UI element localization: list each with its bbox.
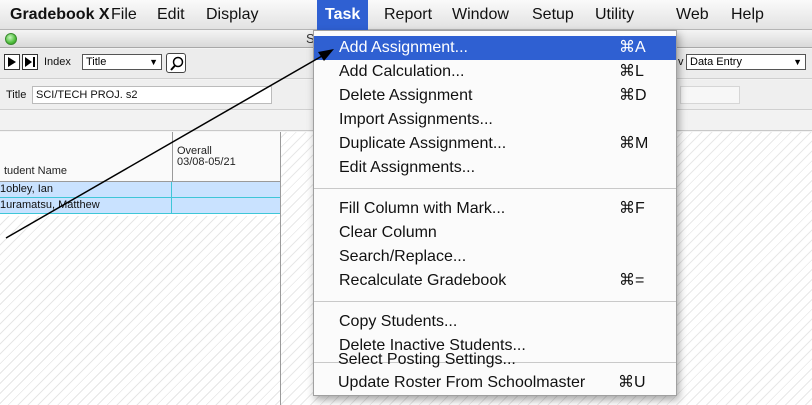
faint-field xyxy=(680,86,740,104)
menu-item-shortcut: ⌘F xyxy=(619,200,645,217)
menu-window[interactable]: Window xyxy=(444,0,517,30)
menu-item-label: Add Assignment... xyxy=(339,39,468,56)
menu-item-label: Fill Column with Mark... xyxy=(339,200,506,217)
menu-display[interactable]: Display xyxy=(198,0,266,30)
menu-item-shortcut: ⌘A xyxy=(619,39,646,56)
menu-item-add-assignment[interactable]: Add Assignment... ⌘A xyxy=(314,36,676,60)
menu-item-duplicate-assignment[interactable]: Duplicate Assignment... ⌘M xyxy=(314,132,676,156)
menu-item-shortcut: ⌘M xyxy=(619,135,649,152)
task-menu: Add Assignment... ⌘A Add Calculation... … xyxy=(313,30,677,396)
menu-task[interactable]: Task xyxy=(317,0,369,30)
menu-item-label: Select Posting Settings... xyxy=(338,351,516,368)
menu-item-clear-column[interactable]: Clear Column xyxy=(314,221,676,245)
menu-file[interactable]: File xyxy=(103,0,145,30)
menu-item-copy-students[interactable]: Copy Students... xyxy=(314,310,676,334)
grid-divider xyxy=(280,182,281,405)
view-label: v xyxy=(678,56,684,68)
menu-item-label: Edit Assignments... xyxy=(339,159,476,176)
zoom-button[interactable] xyxy=(5,33,17,45)
student-name-cell[interactable]: 1obley, Ian xyxy=(0,182,172,197)
menu-web[interactable]: Web xyxy=(668,0,717,30)
menu-utility[interactable]: Utility xyxy=(587,0,642,30)
menu-item-label: Delete Assignment xyxy=(339,87,473,104)
table-row[interactable]: 1obley, Ian xyxy=(0,182,280,198)
index-select[interactable]: Title ▼ xyxy=(82,54,162,70)
menu-item-label: Update Roster From Schoolmaster xyxy=(338,374,586,391)
search-button[interactable] xyxy=(166,53,186,73)
title-field[interactable]: SCI/TECH PROJ. s2 xyxy=(32,86,272,104)
last-record-button[interactable] xyxy=(22,54,38,70)
menu-help[interactable]: Help xyxy=(723,0,772,30)
menu-app-name[interactable]: Gradebook X xyxy=(2,0,118,30)
menu-item-update-roster[interactable]: Update Roster From Schoolmaster ⌘U xyxy=(313,371,675,395)
menu-item-shortcut: ⌘U xyxy=(618,374,646,391)
menu-separator xyxy=(314,188,676,189)
column-header-student-name[interactable]: tudent Name xyxy=(0,132,173,182)
view-select-value: Data Entry xyxy=(690,56,742,68)
menu-item-shortcut: ⌘L xyxy=(619,63,644,80)
menu-item-delete-assignment[interactable]: Delete Assignment ⌘D xyxy=(314,84,676,108)
menu-item-edit-assignments[interactable]: Edit Assignments... xyxy=(314,156,676,180)
menu-item-import-assignments[interactable]: Import Assignments... xyxy=(314,108,676,132)
menu-item-label: Add Calculation... xyxy=(339,63,465,80)
table-row[interactable]: 1uramatsu, Matthew xyxy=(0,198,280,214)
menu-bar: Gradebook X File Edit Display Task Repor… xyxy=(0,0,812,30)
chevron-down-icon: ▼ xyxy=(149,57,158,67)
column-header-overall[interactable]: Overall 03/08-05/21 xyxy=(173,132,281,182)
menu-item-label: Import Assignments... xyxy=(339,111,493,128)
menu-item-label: Recalculate Gradebook xyxy=(339,272,507,289)
index-select-value: Title xyxy=(86,56,107,68)
menu-report[interactable]: Report xyxy=(376,0,440,30)
menu-item-label: Search/Replace... xyxy=(339,248,467,265)
menu-item-search-replace[interactable]: Search/Replace... xyxy=(314,245,676,269)
menu-edit[interactable]: Edit xyxy=(149,0,193,30)
overall-cell[interactable] xyxy=(173,182,280,197)
grid-empty-area xyxy=(0,216,280,405)
menu-item-shortcut: ⌘= xyxy=(619,272,645,289)
column-header-label: tudent Name xyxy=(4,165,67,177)
menu-item-shortcut: ⌘D xyxy=(619,87,647,104)
arrow-right-end-icon xyxy=(25,57,35,67)
overall-cell[interactable] xyxy=(173,198,280,213)
previous-record-button[interactable] xyxy=(4,54,20,70)
menu-item-fill-column[interactable]: Fill Column with Mark... ⌘F xyxy=(314,197,676,221)
menu-item-add-calculation[interactable]: Add Calculation... ⌘L xyxy=(314,60,676,84)
view-select[interactable]: Data Entry ▼ xyxy=(686,54,806,70)
menu-separator xyxy=(314,301,676,302)
menu-item-label: Duplicate Assignment... xyxy=(339,135,507,152)
title-label: Title xyxy=(6,89,27,101)
column-header-daterange: 03/08-05/21 xyxy=(177,156,236,168)
arrow-right-icon xyxy=(8,57,16,67)
menu-item-recalculate[interactable]: Recalculate Gradebook ⌘= xyxy=(314,269,676,293)
student-name-cell[interactable]: 1uramatsu, Matthew xyxy=(0,198,172,213)
menu-setup[interactable]: Setup xyxy=(524,0,582,30)
overall-header-text: Overall 03/08-05/21 xyxy=(177,146,236,168)
menu-item-select-posting[interactable]: Select Posting Settings... xyxy=(313,348,675,372)
index-label: Index xyxy=(44,56,71,68)
menu-item-label: Copy Students... xyxy=(339,313,458,330)
chevron-down-icon: ▼ xyxy=(793,57,802,67)
menu-item-label: Clear Column xyxy=(339,224,437,241)
magnifier-icon xyxy=(170,56,184,71)
